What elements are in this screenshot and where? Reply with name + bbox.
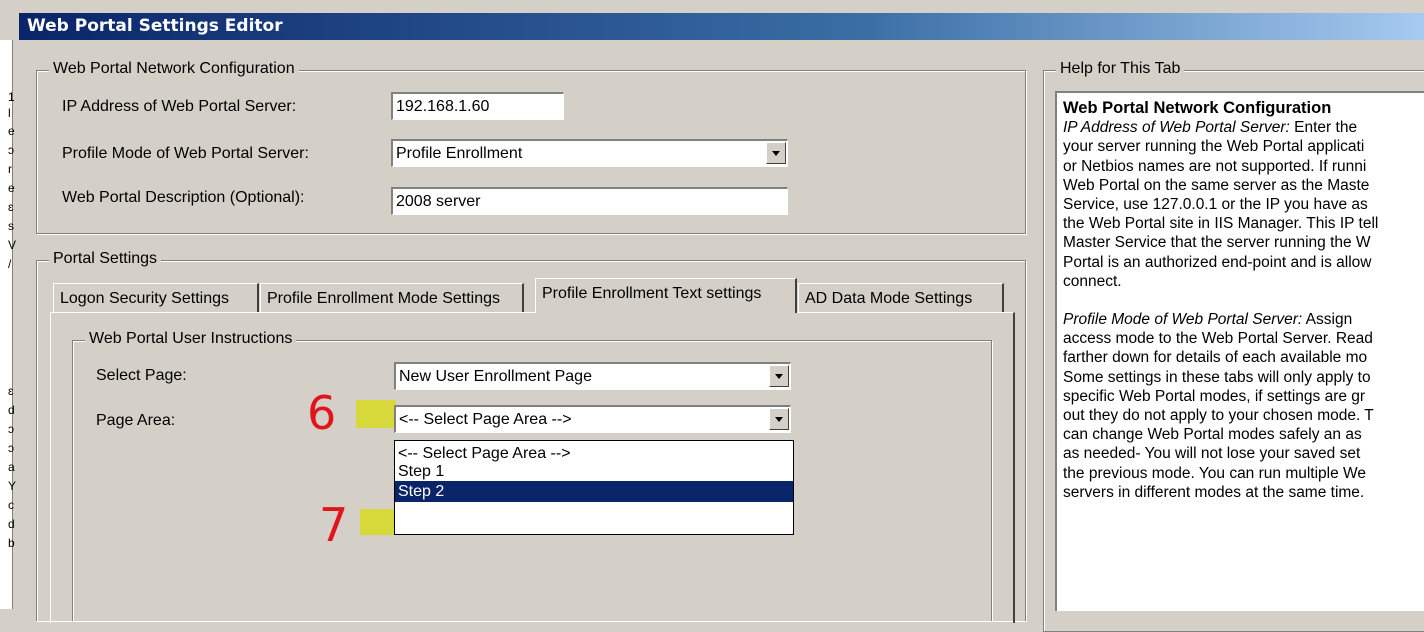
clipped-char: ɛ xyxy=(8,200,14,214)
left-clipped-panel: 1 l e ɔ r e ɛ s V / ɛ d ɔ ɔ a Y c d b xyxy=(0,40,17,609)
annotation-mark-7: 7 xyxy=(319,498,349,552)
help-line: Web Portal on the same server as the Mas… xyxy=(1063,176,1370,194)
ip-address-label: IP Address of Web Portal Server: xyxy=(62,98,297,115)
portal-settings-legend: Portal Settings xyxy=(49,250,162,268)
help-line-italic: IP Address of Web Portal Server: xyxy=(1063,119,1290,137)
window-title: Web Portal Settings Editor xyxy=(27,16,283,36)
help-line: servers in different modes at the same t… xyxy=(1063,483,1365,501)
help-line-text: Assign xyxy=(1302,311,1353,329)
page-area-select[interactable]: <-- Select Page Area --> xyxy=(394,405,791,433)
clipped-char: V xyxy=(8,238,17,252)
help-line: Some settings in these tabs will only ap… xyxy=(1063,368,1371,386)
tab-profile-enrollment-mode[interactable]: Profile Enrollment Mode Settings xyxy=(260,283,524,313)
chevron-down-icon[interactable] xyxy=(769,365,789,387)
annotation-highlight xyxy=(360,509,398,535)
page-area-label: Page Area: xyxy=(96,412,176,429)
clipped-char: Y xyxy=(8,479,17,493)
chevron-down-icon[interactable] xyxy=(769,408,789,430)
annotation-highlight xyxy=(356,400,396,428)
help-heading: Web Portal Network Configuration xyxy=(1063,99,1332,117)
profile-mode-select[interactable]: Profile Enrollment xyxy=(391,139,788,167)
chevron-down-icon[interactable] xyxy=(766,142,786,164)
help-line: the previous mode. You can run multiple … xyxy=(1063,464,1367,482)
help-line: specific Web Portal modes, if settings a… xyxy=(1063,387,1366,405)
clipped-char: ɔ xyxy=(8,422,14,436)
help-line: farther down for details of each availab… xyxy=(1063,349,1368,367)
help-line: out they do not apply to your chosen mod… xyxy=(1063,407,1374,425)
clipped-char: / xyxy=(8,257,12,271)
title-bar: Web Portal Settings Editor xyxy=(0,0,1424,40)
profile-mode-label: Profile Mode of Web Portal Server: xyxy=(62,145,309,162)
help-line: Portal is an authorized end-point and is… xyxy=(1063,253,1372,271)
clipped-char: e xyxy=(8,124,15,138)
help-line: the Web Portal site in IIS Manager. This… xyxy=(1063,215,1379,233)
clipped-char: ɔ xyxy=(8,441,14,455)
description-label: Web Portal Description (Optional): xyxy=(62,189,305,206)
help-line: or Netbios names are not supported. If r… xyxy=(1063,157,1367,175)
dropdown-option[interactable]: Step 1 xyxy=(395,463,793,481)
help-line: can change Web Portal modes safely an as xyxy=(1063,426,1362,444)
user-instructions-legend: Web Portal User Instructions xyxy=(85,330,297,348)
clipped-char: d xyxy=(8,403,15,417)
clipped-char: l xyxy=(8,106,11,120)
select-page-value: New User Enrollment Page xyxy=(399,368,592,385)
clipped-char: 1 xyxy=(8,90,15,104)
description-field[interactable]: 2008 server xyxy=(391,187,788,215)
help-line: Profile Mode of Web Portal Server: Assig… xyxy=(1063,310,1424,329)
help-spacer xyxy=(1063,291,1424,310)
dropdown-option-selected[interactable]: Step 2 xyxy=(395,481,793,502)
clipped-char: a xyxy=(8,460,15,474)
page-area-dropdown-list: <-- Select Page Area --> Step 1 Step 2 xyxy=(394,440,794,535)
page-area-value: <-- Select Page Area --> xyxy=(399,411,572,428)
ip-address-field[interactable]: 192.168.1.60 xyxy=(391,92,564,120)
help-legend: Help for This Tab xyxy=(1056,60,1185,78)
clipped-char: s xyxy=(8,219,14,233)
clipped-char: ɔ xyxy=(8,143,14,157)
tab-logon-security[interactable]: Logon Security Settings xyxy=(53,283,259,313)
help-line: access mode to the Web Portal Server. Re… xyxy=(1063,330,1373,348)
help-line: Master Service that the server running t… xyxy=(1063,234,1371,252)
clipped-char: b xyxy=(8,536,15,550)
clipped-char: c xyxy=(8,498,14,512)
network-config-legend: Web Portal Network Configuration xyxy=(49,60,299,78)
help-text-panel[interactable]: Web Portal Network Configuration IP Addr… xyxy=(1055,91,1424,611)
select-page-label: Select Page: xyxy=(96,367,187,384)
tab-profile-enrollment-text[interactable]: Profile Enrollment Text settings xyxy=(535,278,797,313)
help-line: Service, use 127.0.0.1 or the IP you hav… xyxy=(1063,196,1368,214)
help-line: your server running the Web Portal appli… xyxy=(1063,138,1365,156)
clipped-char: ɛ xyxy=(8,384,14,398)
help-line: IP Address of Web Portal Server: Enter t… xyxy=(1063,118,1424,137)
help-line: connect. xyxy=(1063,272,1122,290)
help-line-text: Enter the xyxy=(1289,119,1358,137)
dropdown-option[interactable]: <-- Select Page Area --> xyxy=(395,445,793,463)
help-line: as needed- You will not lose your saved … xyxy=(1063,445,1361,463)
profile-mode-value: Profile Enrollment xyxy=(396,145,523,162)
help-line-italic: Profile Mode of Web Portal Server: xyxy=(1063,311,1303,329)
clipped-char: r xyxy=(8,162,12,176)
tab-ad-data-mode[interactable]: AD Data Mode Settings xyxy=(798,283,1004,313)
annotation-mark-6: 6 xyxy=(307,386,337,440)
select-page-select[interactable]: New User Enrollment Page xyxy=(394,362,791,390)
clipped-char: d xyxy=(8,517,15,531)
clipped-char: e xyxy=(8,181,15,195)
